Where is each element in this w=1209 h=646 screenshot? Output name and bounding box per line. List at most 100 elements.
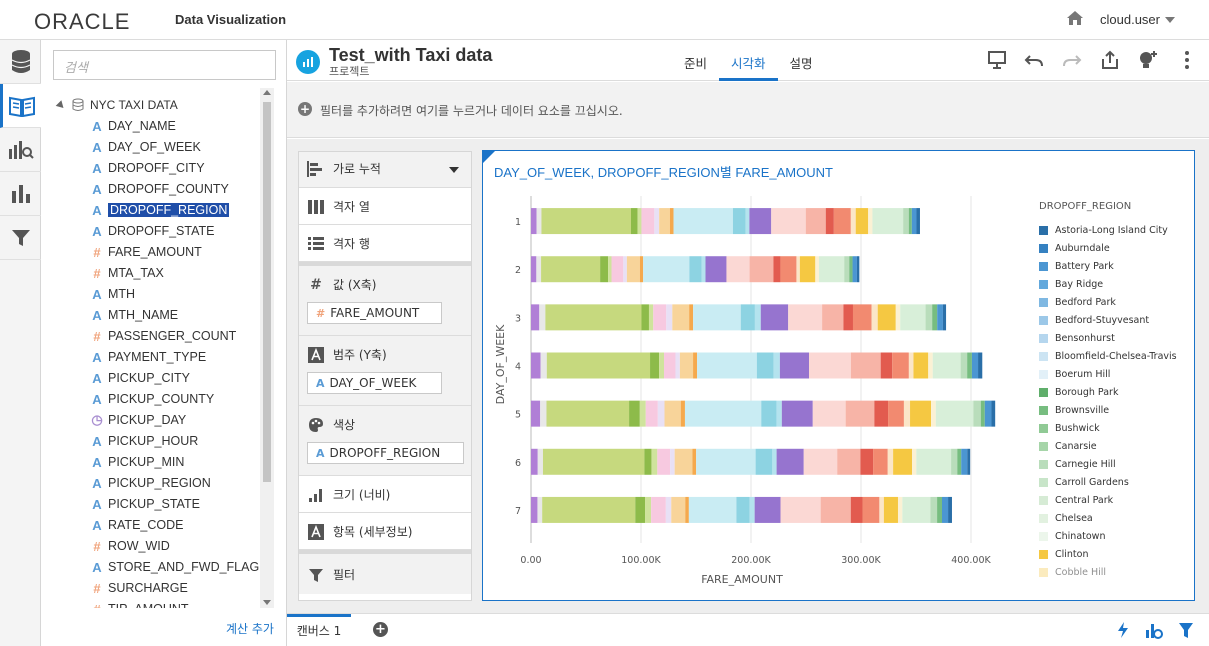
legend-item[interactable]: Chinatown bbox=[1039, 527, 1189, 545]
attribute-icon: A bbox=[92, 223, 102, 239]
category-pill-label: DAY_OF_WEEK bbox=[329, 376, 417, 390]
data-elements-button[interactable] bbox=[0, 84, 41, 128]
add-canvas-icon[interactable]: + bbox=[373, 622, 388, 637]
analytics-button[interactable] bbox=[0, 128, 41, 172]
data-element-item[interactable]: A PICKUP_STATE bbox=[90, 494, 200, 514]
legend-item[interactable]: Clinton bbox=[1039, 545, 1189, 563]
presentation-icon[interactable] bbox=[987, 50, 1007, 70]
data-element-item[interactable]: A DROPOFF_COUNTY bbox=[90, 179, 229, 199]
legend-item[interactable]: Chelsea bbox=[1039, 509, 1189, 527]
day-of-week-pill[interactable]: A DAY_OF_WEEK bbox=[307, 372, 442, 394]
legend-item[interactable]: Bay Ridge bbox=[1039, 275, 1189, 293]
data-element-item[interactable]: # FARE_AMOUNT bbox=[90, 242, 201, 262]
data-element-item[interactable]: A PICKUP_CITY bbox=[90, 368, 190, 388]
visualizations-button[interactable] bbox=[0, 172, 41, 216]
chevron-down-icon[interactable] bbox=[449, 167, 459, 173]
visualization[interactable]: DAY_OF_WEEK, DROPOFF_REGION별 FARE_AMOUNT… bbox=[482, 150, 1195, 601]
scroll-down-icon[interactable] bbox=[263, 600, 271, 605]
grid-columns-drop[interactable]: 격자 열 bbox=[299, 188, 471, 225]
data-element-item[interactable]: A MTH_NAME bbox=[90, 305, 178, 325]
data-element-item[interactable]: A RATE_CODE bbox=[90, 515, 183, 535]
canvas-tab-1[interactable]: 캔버스 1 bbox=[287, 614, 351, 646]
search-input[interactable]: 검색 bbox=[53, 50, 276, 80]
chart-type-selector[interactable]: 가로 누적 bbox=[299, 152, 471, 188]
data-element-item[interactable]: A MTH bbox=[90, 284, 135, 304]
bar-chart[interactable]: 0.00 100.00K 200.00K 300.00K 400.00K 1 2 3 4 5 6 7 F… bbox=[483, 151, 1033, 591]
data-element-item[interactable]: # TIP_AMOUNT bbox=[90, 599, 188, 609]
data-element-item[interactable]: # SURCHARGE bbox=[90, 578, 188, 598]
data-element-item[interactable]: A STORE_AND_FWD_FLAG bbox=[90, 557, 259, 577]
dataset-name: NYC TAXI DATA bbox=[90, 98, 178, 112]
data-element-item[interactable]: # MTA_TAX bbox=[90, 263, 163, 283]
scroll-up-icon[interactable] bbox=[263, 90, 271, 95]
dataset-node[interactable]: NYC TAXI DATA bbox=[55, 96, 178, 114]
legend-item[interactable]: Bensonhurst bbox=[1039, 329, 1189, 347]
bar-segment bbox=[689, 304, 694, 331]
values-drop[interactable]: # 값 (X축) # FARE_AMOUNT bbox=[299, 266, 471, 336]
filter-bar-hint[interactable]: 필터를 추가하려면 여기를 누르거나 데이터 요소를 끄십시오. bbox=[320, 102, 623, 119]
detail-drop[interactable]: 항목 (세부정보) bbox=[299, 513, 471, 550]
legend-item[interactable]: Boerum Hill bbox=[1039, 365, 1189, 383]
legend-item[interactable]: Bloomfield-Chelsea-Travis bbox=[1039, 347, 1189, 365]
data-element-item[interactable]: A PICKUP_REGION bbox=[90, 473, 211, 493]
legend-item[interactable]: Cobble Hill bbox=[1039, 563, 1189, 581]
chevron-down-icon[interactable] bbox=[1165, 17, 1175, 23]
data-element-item[interactable]: # PASSENGER_COUNT bbox=[90, 326, 236, 346]
scroll-thumb[interactable] bbox=[263, 102, 271, 482]
data-element-item[interactable]: A PICKUP_COUNTY bbox=[90, 389, 214, 409]
auto-apply-icon[interactable] bbox=[1115, 621, 1131, 639]
legend-item[interactable]: Canarsie bbox=[1039, 437, 1189, 455]
add-filter-icon[interactable]: + bbox=[298, 102, 312, 116]
category-drop[interactable]: 범주 (Y축) A DAY_OF_WEEK bbox=[299, 336, 471, 406]
legend-swatch bbox=[1039, 477, 1048, 487]
values-label: 값 (X축) bbox=[333, 278, 377, 292]
legend-item[interactable]: Carnegie Hill bbox=[1039, 455, 1189, 473]
data-element-item[interactable]: A PICKUP_HOUR bbox=[90, 431, 198, 451]
tree-scrollbar[interactable] bbox=[260, 88, 274, 608]
data-sources-button[interactable] bbox=[0, 40, 41, 84]
legend-item[interactable]: Bushwick bbox=[1039, 419, 1189, 437]
user-menu[interactable]: cloud.user bbox=[1100, 12, 1160, 27]
x-tick-label: 400.00K bbox=[951, 555, 991, 566]
size-drop[interactable]: 크기 (너비) bbox=[299, 476, 471, 513]
data-element-item[interactable]: A DROPOFF_CITY bbox=[90, 158, 204, 178]
data-element-item[interactable]: # ROW_WID bbox=[90, 536, 169, 556]
tab-visualize[interactable]: 시각화 bbox=[719, 40, 778, 81]
legend-item[interactable]: Brownsville bbox=[1039, 401, 1189, 419]
undo-icon[interactable] bbox=[1024, 50, 1044, 70]
home-icon[interactable] bbox=[1066, 10, 1084, 26]
chart-settings-icon[interactable] bbox=[1145, 621, 1163, 639]
redo-icon[interactable] bbox=[1062, 50, 1082, 70]
tab-prepare[interactable]: 준비 bbox=[672, 40, 719, 81]
data-element-item[interactable]: A PAYMENT_TYPE bbox=[90, 347, 206, 367]
legend-item[interactable]: Battery Park bbox=[1039, 257, 1189, 275]
dropoff-region-pill[interactable]: A DROPOFF_REGION bbox=[307, 442, 464, 464]
data-element-item[interactable]: A PICKUP_MIN bbox=[90, 452, 184, 472]
grid-rows-drop[interactable]: 격자 행 bbox=[299, 225, 471, 262]
legend-item[interactable]: Bedford-Stuyvesant bbox=[1039, 311, 1189, 329]
expand-triangle-icon[interactable] bbox=[55, 99, 67, 111]
filter-drop[interactable]: 필터 bbox=[299, 554, 471, 594]
filter-icon[interactable] bbox=[1178, 621, 1194, 639]
fare-amount-pill[interactable]: # FARE_AMOUNT bbox=[307, 302, 442, 324]
tab-narrate[interactable]: 설명 bbox=[778, 40, 825, 81]
data-element-item[interactable]: A DROPOFF_STATE bbox=[90, 221, 214, 241]
add-calculation-link[interactable]: 계산 추가 bbox=[226, 620, 274, 637]
legend-item[interactable]: Carroll Gardens bbox=[1039, 473, 1189, 491]
data-element-item[interactable]: ◷ PICKUP_DAY bbox=[90, 410, 186, 430]
data-element-item[interactable]: A DAY_NAME bbox=[90, 116, 176, 136]
legend-item[interactable]: Bedford Park bbox=[1039, 293, 1189, 311]
data-element-item[interactable]: A DAY_OF_WEEK bbox=[90, 137, 201, 157]
legend-item[interactable]: Astoria-Long Island City bbox=[1039, 221, 1189, 239]
share-icon[interactable] bbox=[1100, 50, 1120, 70]
legend-item[interactable]: Central Park bbox=[1039, 491, 1189, 509]
legend-item[interactable]: Borough Park bbox=[1039, 383, 1189, 401]
insights-bulb-icon[interactable] bbox=[1138, 50, 1158, 70]
more-options-icon[interactable] bbox=[1177, 50, 1197, 70]
bar-segment bbox=[815, 256, 819, 283]
data-element-item[interactable]: A DROPOFF_REGION bbox=[90, 200, 230, 220]
legend-item[interactable]: Auburndale bbox=[1039, 239, 1189, 257]
filters-button[interactable] bbox=[0, 216, 41, 260]
filter-bar[interactable]: + 필터를 추가하려면 여기를 누르거나 데이터 요소를 끄십시오. bbox=[287, 82, 1209, 138]
color-drop[interactable]: 색상 A DROPOFF_REGION bbox=[299, 406, 471, 476]
